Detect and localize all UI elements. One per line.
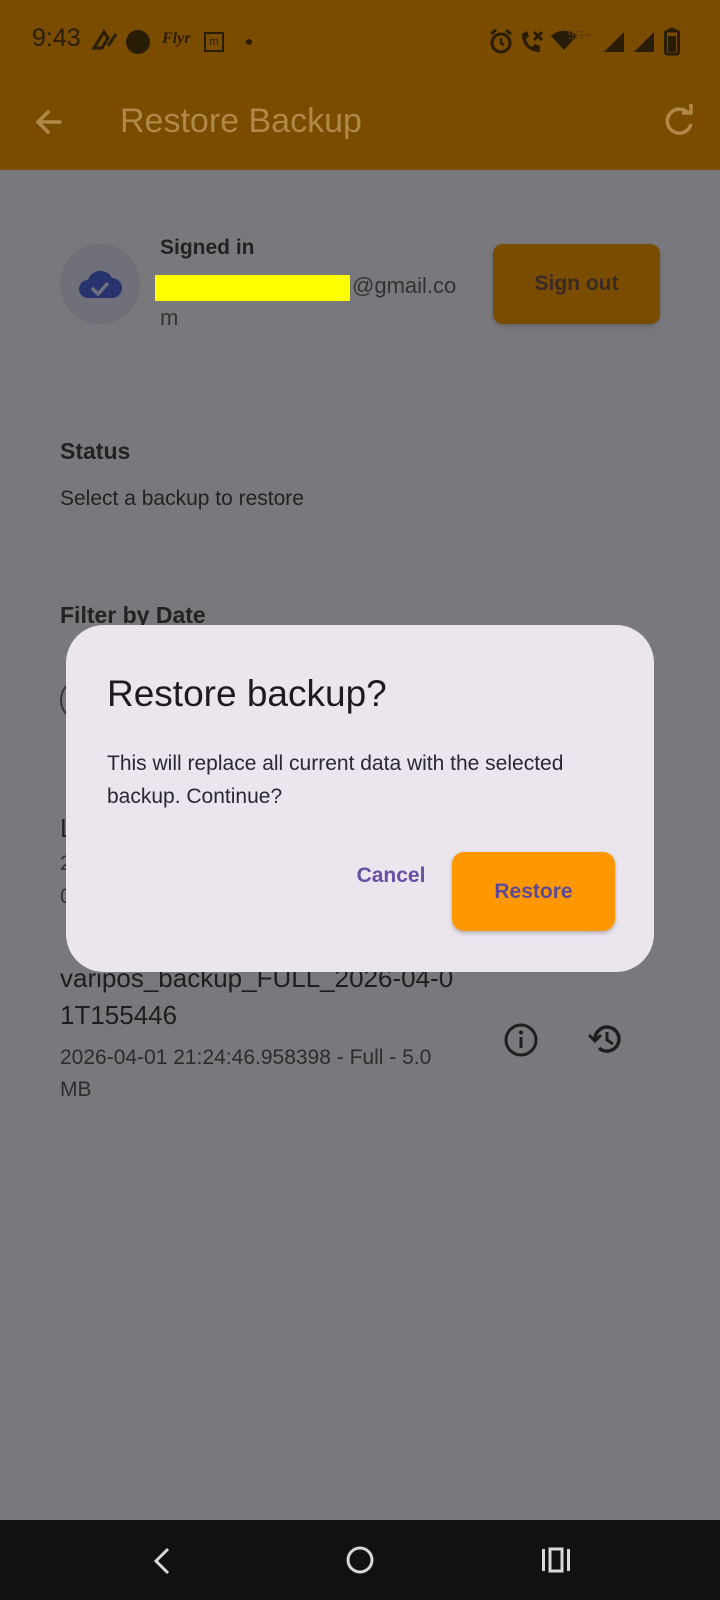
restore-history-icon[interactable]: [587, 1020, 625, 1058]
backup-meta: 2026-04-01 21:24:46.958398 - Full - 5.0 …: [60, 1046, 432, 1101]
status-bar: 9:43 Flyr m 5G+: [0, 0, 720, 84]
restore-confirm-button[interactable]: Restore: [452, 852, 615, 931]
back-arrow-icon[interactable]: [30, 104, 66, 140]
cell-signal-2-icon: [634, 32, 654, 52]
wifi-call-icon: [522, 30, 544, 52]
refresh-icon[interactable]: [660, 102, 698, 140]
avatar: [60, 244, 140, 324]
nav-home-icon[interactable]: [344, 1544, 376, 1576]
info-icon[interactable]: [503, 1022, 539, 1058]
battery-icon: [664, 28, 680, 56]
restore-dialog: Restore backup? This will replace all cu…: [66, 625, 654, 972]
status-time: 9:43: [32, 24, 81, 52]
dialog-title: Restore backup?: [107, 673, 387, 714]
email-text-wrap: m: [160, 305, 179, 330]
cell-signal-1-icon: [604, 32, 624, 52]
status-heading: Status: [60, 438, 131, 464]
email-text: @gmail.co: [352, 273, 457, 298]
signal-app-icon: [91, 29, 118, 50]
app-bar: Restore Backup: [0, 84, 720, 170]
sign-out-button[interactable]: Sign out: [493, 244, 660, 324]
system-nav-bar: [0, 1520, 720, 1600]
page-title: Restore Backup: [120, 102, 362, 140]
notification-dot-icon: [246, 39, 252, 45]
nav-back-icon[interactable]: [150, 1546, 174, 1576]
carrier-label: Flyr: [162, 30, 191, 47]
network-label: 5G+: [568, 28, 592, 42]
signed-in-label: Signed in: [160, 236, 255, 259]
alarm-icon: [490, 28, 512, 54]
cloud-done-icon: [79, 270, 122, 298]
dialog-message: This will replace all current data with …: [107, 752, 564, 808]
m-app-icon: m: [204, 32, 224, 52]
redacted-email-part: [155, 275, 350, 301]
nav-recents-icon[interactable]: [540, 1546, 572, 1574]
app-dot-icon: [126, 30, 150, 54]
cancel-button[interactable]: Cancel: [336, 851, 446, 901]
status-text: Select a backup to restore: [60, 487, 304, 510]
